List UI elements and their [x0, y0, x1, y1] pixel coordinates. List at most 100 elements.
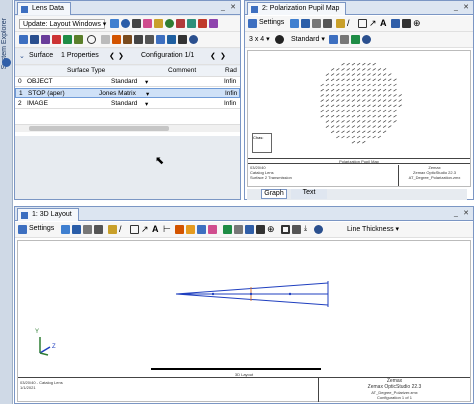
type-dropdown-icon[interactable]: ▾: [145, 78, 148, 86]
lock-icon[interactable]: [402, 19, 411, 28]
surface-type[interactable]: Standard: [111, 100, 137, 107]
settings-button[interactable]: Settings: [29, 225, 54, 232]
system-explorer-pin-icon[interactable]: [2, 58, 11, 67]
surface-type[interactable]: Jones Matrix: [99, 90, 136, 97]
help-icon[interactable]: [314, 225, 323, 234]
type-dropdown-icon[interactable]: ▾: [145, 100, 148, 108]
pupil-map-canvas[interactable]: Chas: Polarization Pupil Map 03/20/40 Ca…: [247, 50, 471, 187]
spreadsheet-icon[interactable]: [351, 35, 360, 44]
line-thickness-dropdown[interactable]: Line Thickness ▾: [347, 225, 399, 233]
rectangle-icon[interactable]: [130, 225, 139, 234]
refresh-icon[interactable]: [290, 19, 299, 28]
radius-value[interactable]: Infin: [225, 90, 237, 97]
table-row[interactable]: 0 OBJECT Standard ▾ Infin: [15, 77, 240, 87]
update-dropdown[interactable]: Update: Layout Windows ▾: [19, 19, 106, 29]
add-icon[interactable]: [132, 19, 141, 28]
bars-icon[interactable]: [178, 35, 187, 44]
text-tool-icon[interactable]: A: [380, 18, 387, 28]
mode-dropdown[interactable]: Standard ▾: [291, 35, 325, 43]
close-icon[interactable]: ✕: [462, 210, 470, 218]
scrollbar-thumb[interactable]: [29, 126, 169, 131]
configuration-label[interactable]: Configuration 1/1: [141, 52, 194, 59]
surface-type[interactable]: Standard: [111, 78, 137, 85]
surface-label[interactable]: Surface: [29, 52, 53, 59]
window-icon[interactable]: [340, 35, 349, 44]
settings-gear-icon[interactable]: [18, 225, 27, 234]
next-properties-icon[interactable]: ❯: [118, 52, 124, 60]
prev-config-icon[interactable]: ❮: [210, 52, 216, 60]
table-row[interactable]: 1 STOP (aper) Jones Matrix ▾ Infin: [15, 88, 240, 98]
zoom-icon[interactable]: ⊕: [413, 18, 421, 29]
copy-icon[interactable]: [94, 225, 103, 234]
column-header-radius[interactable]: Rad: [225, 67, 237, 74]
3d-layout-canvas[interactable]: Y Z 3D Layout 03/20/40 - Catalog Lens 1/…: [17, 240, 471, 402]
rectangle-icon[interactable]: [358, 19, 367, 28]
export-icon[interactable]: [329, 35, 338, 44]
zoom-window-icon[interactable]: [197, 225, 206, 234]
help-icon[interactable]: [362, 35, 371, 44]
lock-icon[interactable]: [256, 225, 265, 234]
help-icon[interactable]: [189, 35, 198, 44]
settings-gear-icon[interactable]: [248, 19, 257, 28]
align-icon[interactable]: ⊢: [163, 224, 171, 235]
copy-icon[interactable]: [145, 35, 154, 44]
arrow-draw-icon[interactable]: ↗: [369, 18, 377, 29]
minimize-icon[interactable]: _: [452, 4, 460, 12]
line-icon[interactable]: /: [347, 18, 350, 28]
table-row[interactable]: 2 IMAGE Standard ▾ Infin: [15, 99, 240, 109]
lens-icon-a[interactable]: [19, 35, 28, 44]
sort-icon[interactable]: [112, 35, 121, 44]
lens-icon-b[interactable]: [30, 35, 39, 44]
system-explorer-sidebar[interactable]: System Explorer: [0, 0, 13, 404]
lens-data-tab[interactable]: Lens Data: [17, 2, 71, 15]
globe-icon[interactable]: [165, 19, 174, 28]
camera-icon[interactable]: [223, 225, 232, 234]
palette-icon[interactable]: [209, 19, 218, 28]
pencil-icon[interactable]: [108, 225, 117, 234]
pencil-icon[interactable]: [336, 19, 345, 28]
layout-icon[interactable]: [187, 19, 196, 28]
arrow-icon[interactable]: [156, 35, 165, 44]
zoom-icon[interactable]: [154, 19, 163, 28]
radius-value[interactable]: Infin: [224, 78, 236, 85]
settings-button[interactable]: Settings: [259, 19, 284, 26]
tools-icon[interactable]: [176, 19, 185, 28]
target-icon[interactable]: [198, 19, 207, 28]
minimize-icon[interactable]: _: [219, 4, 227, 12]
arrow-draw-icon[interactable]: ↗: [141, 224, 149, 235]
marker-icon[interactable]: [208, 225, 217, 234]
lens-icon-d[interactable]: [52, 35, 61, 44]
scissors-icon[interactable]: [134, 35, 143, 44]
settings-circle-icon[interactable]: [121, 19, 130, 28]
export-icon[interactable]: ⤓: [304, 225, 307, 233]
properties-label[interactable]: 1 Properties: [61, 52, 99, 59]
text-tool-icon[interactable]: A: [152, 224, 159, 234]
polarization-tab[interactable]: 2: Polarization Pupil Map: [247, 2, 347, 15]
grid-view-icon[interactable]: [391, 19, 400, 28]
grid-icon[interactable]: [101, 35, 110, 44]
text-tab[interactable]: Text: [291, 189, 327, 199]
color-icon[interactable]: [143, 19, 152, 28]
window-icon[interactable]: [234, 225, 243, 234]
close-icon[interactable]: ✕: [462, 4, 470, 12]
3d-layout-tab[interactable]: 1: 3D Layout: [17, 208, 79, 221]
minimize-icon[interactable]: _: [452, 210, 460, 218]
rotate-icon[interactable]: [175, 225, 184, 234]
pan-icon[interactable]: [186, 225, 195, 234]
column-header-surface-type[interactable]: Surface Type: [67, 67, 105, 74]
grid-size-dropdown[interactable]: 3 x 4 ▾: [249, 35, 270, 43]
horizontal-scrollbar[interactable]: [15, 124, 240, 132]
graph-tab[interactable]: Graph: [261, 189, 287, 199]
grid-view-icon[interactable]: [245, 225, 254, 234]
line-icon[interactable]: /: [119, 224, 122, 234]
refresh-icon[interactable]: [110, 19, 119, 28]
expand-icon[interactable]: ⌄: [19, 52, 25, 60]
column-header-comment[interactable]: Comment: [168, 67, 196, 74]
lock-icon[interactable]: [167, 35, 176, 44]
zoom-icon[interactable]: ⊕: [267, 224, 275, 235]
layers-icon[interactable]: [72, 225, 81, 234]
layers-icon[interactable]: [301, 19, 310, 28]
lens-icon-c[interactable]: [41, 35, 50, 44]
print-icon[interactable]: [312, 19, 321, 28]
close-icon[interactable]: ✕: [229, 4, 237, 12]
